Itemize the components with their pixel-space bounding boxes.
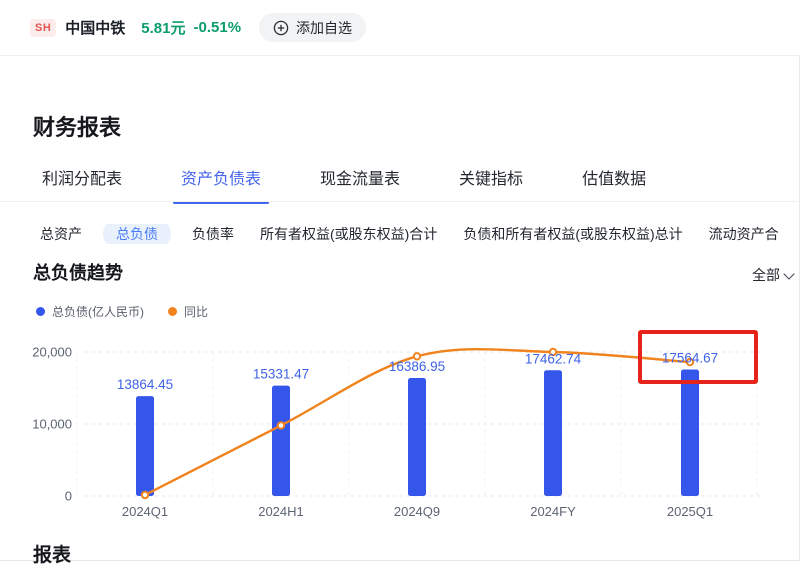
- svg-text:2024H1: 2024H1: [258, 504, 304, 519]
- tab-item[interactable]: 估值数据: [574, 165, 654, 204]
- svg-text:2024Q9: 2024Q9: [394, 504, 440, 519]
- tab-item-active[interactable]: 资产负债表: [173, 165, 269, 204]
- tab-item[interactable]: 现金流量表: [312, 165, 408, 204]
- svg-text:20,000: 20,000: [32, 345, 72, 360]
- svg-text:13864.45: 13864.45: [117, 377, 173, 392]
- metric-subtabs: 总资产 总负债 负债率 所有者权益(或股东权益)合计 负债和所有者权益(或股东权益)总计…: [40, 224, 800, 244]
- next-section-heading: 报表: [33, 540, 71, 567]
- svg-text:17462.74: 17462.74: [525, 351, 582, 366]
- subtab-item[interactable]: 所有者权益(或股东权益)合计: [260, 224, 437, 244]
- svg-text:15331.47: 15331.47: [253, 367, 309, 382]
- svg-text:16386.95: 16386.95: [389, 359, 445, 374]
- svg-text:2024Q1: 2024Q1: [122, 504, 168, 519]
- chevron-down-icon: [783, 268, 794, 279]
- range-selector-dropdown[interactable]: 全部: [752, 265, 793, 285]
- tabs-divider: [0, 201, 800, 202]
- page-title: 财务报表: [33, 110, 121, 142]
- subtab-item-active[interactable]: 总负债: [103, 224, 171, 244]
- tab-item[interactable]: 利润分配表: [34, 165, 130, 204]
- add-watchlist-label: 添加自选: [296, 18, 352, 38]
- chart-title: 总负债趋势: [33, 259, 123, 285]
- svg-text:10,000: 10,000: [32, 417, 72, 432]
- report-tabs: 利润分配表 资产负债表 现金流量表 关键指标 估值数据: [34, 165, 654, 204]
- subtab-item[interactable]: 流动资产合: [709, 224, 779, 244]
- stock-change-percent: -0.51%: [194, 19, 242, 36]
- plus-circle-icon: [273, 20, 289, 36]
- subtab-item[interactable]: 负债和所有者权益(或股东权益)总计: [463, 224, 682, 244]
- range-selector-label: 全部: [752, 265, 780, 285]
- subtab-item[interactable]: 总资产: [40, 224, 82, 244]
- svg-text:0: 0: [65, 489, 72, 504]
- svg-text:2025Q1: 2025Q1: [667, 504, 713, 519]
- exchange-badge: SH: [30, 19, 56, 37]
- add-watchlist-button[interactable]: 添加自选: [259, 13, 366, 42]
- stock-name: 中国中铁: [65, 17, 125, 38]
- total-liabilities-trend-chart: 0 10,000 20,000 13864.45 15331.47 16386.95 174…: [0, 300, 800, 540]
- svg-text:2024FY: 2024FY: [530, 504, 576, 519]
- stock-price: 5.81元: [141, 17, 185, 38]
- tab-item[interactable]: 关键指标: [451, 165, 531, 204]
- svg-text:17564.67: 17564.67: [662, 351, 718, 366]
- stock-header-bar: SH 中国中铁 5.81元 -0.51% 添加自选: [0, 0, 800, 56]
- subtab-item[interactable]: 负债率: [192, 224, 234, 244]
